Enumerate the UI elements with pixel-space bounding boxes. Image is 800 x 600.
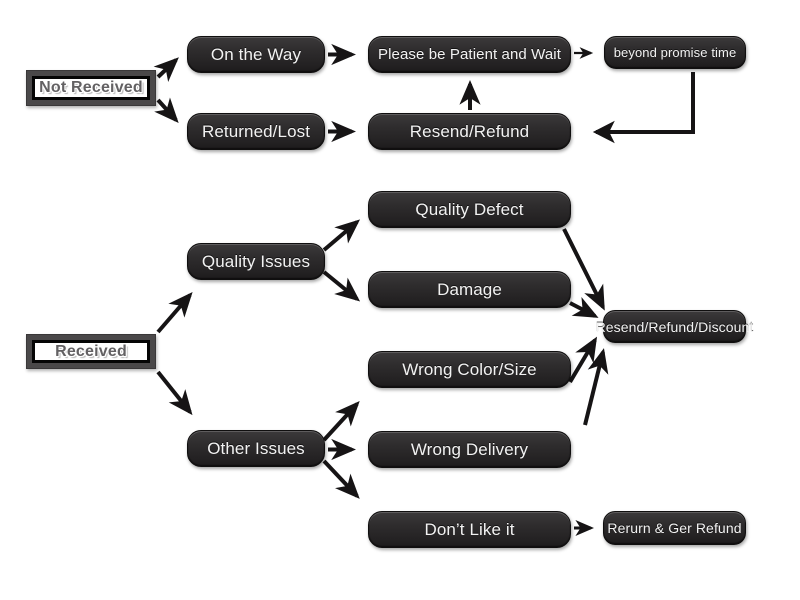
edge-not-received-to-on-the-way [153,57,179,82]
node-resend-refund-discount-label: Resend/Refund/Discount [595,318,754,335]
node-please-wait[interactable]: Please be Patient and Wait [368,36,571,73]
node-not-received-label: Not Received [39,79,143,96]
node-on-the-way-label: On the Way [210,45,302,64]
edge-other-issues-to-dont-like-it [322,459,360,499]
edge-beyond-promise-time-to-resend-refund [592,72,695,144]
node-received-label: Received [55,342,127,360]
node-return-get-refund-label: Rerurn & Ger Refund [607,520,742,536]
node-quality-defect-label: Quality Defect [415,200,524,219]
node-on-the-way[interactable]: On the Way [187,36,325,73]
edge-not-received-to-returned-lost [154,97,179,123]
node-dont-like-it-label: Don’t Like it [424,520,515,539]
node-received-inner: Received [32,340,150,363]
edge-received-to-quality-issues [156,291,193,334]
node-beyond-promise-time-label: beyond promise time [613,45,737,60]
node-not-received-inner: Not Received [32,76,150,100]
node-received[interactable]: Received [26,334,156,369]
node-quality-issues-label: Quality Issues [201,252,311,271]
node-returned-lost[interactable]: Returned/Lost [187,113,325,150]
node-please-wait-label: Please be Patient and Wait [378,46,561,63]
node-not-received[interactable]: Not Received [26,70,156,106]
edge-wrong-delivery-to-resend-refund-discount [583,348,609,426]
edge-quality-issues-to-damage [322,270,361,302]
node-damage[interactable]: Damage [368,271,571,308]
edge-other-issues-to-wrong-color-size [322,401,360,442]
node-resend-refund-discount[interactable]: Resend/Refund/Discount [596,310,753,343]
edge-wrong-color-size-to-resend-refund-discount [568,336,598,384]
node-quality-issues[interactable]: Quality Issues [187,243,325,280]
node-returned-lost-label: Returned/Lost [201,122,311,141]
edge-damage-to-resend-refund-discount [569,296,599,318]
node-damage-label: Damage [437,280,502,299]
node-wrong-delivery[interactable]: Wrong Delivery [368,431,571,468]
node-wrong-delivery-label: Wrong Delivery [410,440,529,459]
node-return-get-refund[interactable]: Rerurn & Ger Refund [603,511,746,545]
node-other-issues[interactable]: Other Issues [187,430,325,467]
node-resend-refund[interactable]: Resend/Refund [368,113,571,150]
node-beyond-promise-time[interactable]: beyond promise time [604,36,746,69]
node-wrong-color-size-label: Wrong Color/Size [402,360,537,379]
node-quality-defect[interactable]: Quality Defect [368,191,571,228]
edge-received-to-other-issues [156,370,193,416]
node-other-issues-label: Other Issues [207,439,305,458]
edge-quality-issues-to-quality-defect [322,219,361,252]
node-resend-refund-label: Resend/Refund [409,122,530,141]
node-wrong-color-size[interactable]: Wrong Color/Size [368,351,571,388]
flowchart-canvas: Not Received On the Way Returned/Lost Pleas… [0,0,800,600]
node-dont-like-it[interactable]: Don’t Like it [368,511,571,548]
